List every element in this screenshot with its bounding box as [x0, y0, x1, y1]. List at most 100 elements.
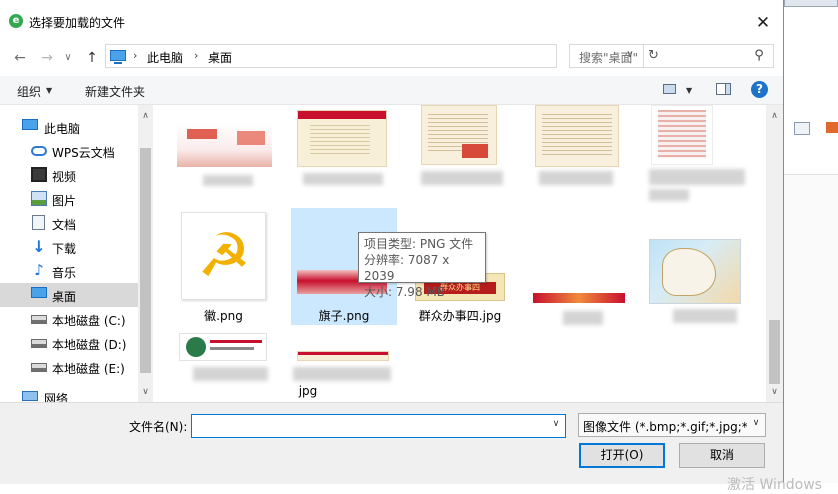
- breadcrumb-this-pc[interactable]: 此电脑: [147, 49, 183, 66]
- forward-arrow-icon[interactable]: →: [37, 47, 57, 69]
- file-thumbnail: [177, 123, 272, 167]
- view-dropdown-icon[interactable]: ▼: [686, 86, 692, 95]
- scroll-up-icon[interactable]: ∧: [767, 109, 782, 123]
- this-pc-icon: [22, 119, 38, 130]
- scrollbar-thumb[interactable]: [140, 148, 151, 373]
- command-toolbar: 组织 ▼ 新建文件夹 ▼ ?: [0, 76, 783, 105]
- hammer-sickle-emblem-icon: ☭: [197, 221, 251, 291]
- blurred-file-name: [563, 311, 603, 325]
- thumbnail-decoration: [187, 129, 217, 139]
- navigation-pane-scrollbar[interactable]: ∧ ∨: [138, 105, 153, 402]
- scroll-down-icon[interactable]: ∨: [767, 385, 782, 399]
- file-thumbnail: [179, 333, 267, 361]
- address-bar[interactable]: › 此电脑 › 桌面 ∨ ↻: [105, 44, 659, 68]
- filename-dropdown-icon[interactable]: ∨: [549, 419, 563, 429]
- thumbnail-text-line: [210, 340, 262, 343]
- sidebar-item-label: 文档: [52, 218, 77, 232]
- sidebar-item-label: 桌面: [52, 290, 77, 304]
- sidebar-item-downloads[interactable]: ↓ 下载: [0, 235, 138, 259]
- file-name: 群众办事四.jpg: [418, 309, 502, 323]
- download-arrow-icon: ↓: [32, 237, 46, 256]
- filename-input[interactable]: ∨: [191, 414, 566, 438]
- sidebar-item-drive-c[interactable]: 本地磁盘 (C:): [0, 307, 138, 331]
- file-thumbnail: [535, 105, 619, 167]
- sidebar-item-label: 网络: [44, 392, 69, 402]
- thumbnail-text-lines: [310, 125, 370, 155]
- file-thumbnail: [649, 239, 741, 304]
- dialog-footer: 文件名(N): ∨ 图像文件 (*.bmp;*.gif;*.jpg;*.jpeg…: [0, 402, 822, 493]
- sidebar-item-wps-cloud[interactable]: WPS云文档: [0, 139, 138, 163]
- blurred-file-name: [539, 171, 613, 185]
- filetype-select[interactable]: 图像文件 (*.bmp;*.gif;*.jpg;*.jpeg;*.png) ∨: [578, 413, 766, 437]
- sidebar-item-label: 此电脑: [44, 122, 81, 136]
- background-app-button: [784, 0, 838, 7]
- sidebar-item-label: 音乐: [52, 266, 77, 280]
- file-thumbnail: [651, 105, 713, 165]
- file-thumbnail: ☭: [181, 212, 266, 300]
- filetype-dropdown-icon[interactable]: ∨: [749, 418, 763, 428]
- file-thumbnail: [533, 293, 625, 303]
- thumbnail-decoration: [237, 131, 265, 145]
- title-bar: e 选择要加载的文件 ✕: [0, 0, 783, 44]
- blurred-file-name: [673, 309, 737, 323]
- file-thumbnail: [421, 105, 497, 165]
- thumbnail-header: [298, 111, 386, 119]
- music-note-icon: ♪: [34, 261, 44, 279]
- blurred-file-name: [203, 175, 253, 186]
- search-input[interactable]: 搜索"桌面" ⚲: [569, 44, 774, 68]
- sidebar-item-documents[interactable]: 文档: [0, 211, 138, 235]
- scroll-down-icon[interactable]: ∨: [138, 385, 153, 399]
- recent-locations-chevron-icon[interactable]: ∨: [61, 47, 75, 69]
- new-folder-button[interactable]: 新建文件夹: [85, 83, 145, 100]
- search-placeholder: 搜索"桌面": [579, 51, 639, 65]
- close-button[interactable]: ✕: [748, 8, 778, 38]
- file-info-tooltip: 项目类型: PNG 文件 分辨率: 7087 x 2039 大小: 7.98 M…: [358, 232, 486, 299]
- background-app-tool-icon: [794, 122, 810, 135]
- cancel-button[interactable]: 取消: [679, 443, 765, 468]
- sidebar-item-music[interactable]: ♪ 音乐: [0, 259, 138, 283]
- sidebar-item-label: 本地磁盘 (D:): [52, 338, 127, 352]
- filename-label: 文件名(N):: [129, 420, 188, 434]
- organize-dropdown-icon[interactable]: ▼: [46, 86, 52, 95]
- organize-menu[interactable]: 组织: [17, 83, 41, 100]
- picture-icon: [31, 191, 47, 206]
- sidebar-item-videos[interactable]: 视频: [0, 163, 138, 187]
- sidebar-item-drive-d[interactable]: 本地磁盘 (D:): [0, 331, 138, 355]
- file-list-scrollbar[interactable]: ∧ ∨: [766, 105, 783, 402]
- thumbnail-text-line: [210, 347, 254, 350]
- video-icon: [31, 167, 47, 182]
- open-button[interactable]: 打开(O): [579, 443, 665, 468]
- qr-logo-icon: [186, 337, 206, 357]
- sidebar-item-label: 下载: [52, 242, 77, 256]
- activation-watermark: 激活 Windows: [727, 477, 822, 493]
- tooltip-resolution: 分辨率: 7087 x 2039: [364, 253, 450, 283]
- scrollbar-thumb[interactable]: [769, 320, 780, 384]
- document-icon: [32, 215, 45, 230]
- sidebar-item-this-pc[interactable]: 此电脑: [0, 115, 138, 139]
- breadcrumb-desktop[interactable]: 桌面: [208, 49, 232, 66]
- background-app-tool-icon: [826, 122, 838, 133]
- help-icon[interactable]: ?: [751, 81, 768, 98]
- sidebar-item-pictures[interactable]: 图片: [0, 187, 138, 211]
- sidebar-item-desktop[interactable]: 桌面: [0, 283, 138, 307]
- thumbnail-text-lines: [542, 114, 612, 158]
- sidebar-item-network[interactable]: 网络: [0, 387, 138, 402]
- thumbnail-decoration: [462, 144, 488, 158]
- background-app-toolbar: [784, 108, 838, 175]
- tooltip-type: 项目类型: PNG 文件: [364, 237, 474, 251]
- sidebar-item-label: 图片: [52, 194, 77, 208]
- change-view-icon[interactable]: [663, 84, 676, 94]
- blurred-file-name: [193, 367, 268, 381]
- thumbnail-header: [298, 352, 388, 355]
- blurred-file-name: [293, 367, 391, 381]
- blurred-file-name: [649, 169, 745, 185]
- file-name: 旗子.png: [318, 309, 370, 323]
- scroll-up-icon[interactable]: ∧: [138, 109, 153, 123]
- up-arrow-icon[interactable]: ↑: [82, 47, 102, 69]
- blurred-file-name: [649, 189, 689, 201]
- preview-pane-icon[interactable]: [716, 83, 731, 95]
- sidebar-item-drive-e[interactable]: 本地磁盘 (E:): [0, 355, 138, 379]
- back-arrow-icon[interactable]: ←: [10, 47, 30, 69]
- file-open-dialog: e 选择要加载的文件 ✕ ← → ∨ ↑ › 此电脑 › 桌面 ∨ ↻ 搜索"桌…: [0, 0, 822, 493]
- drive-icon: [31, 315, 47, 324]
